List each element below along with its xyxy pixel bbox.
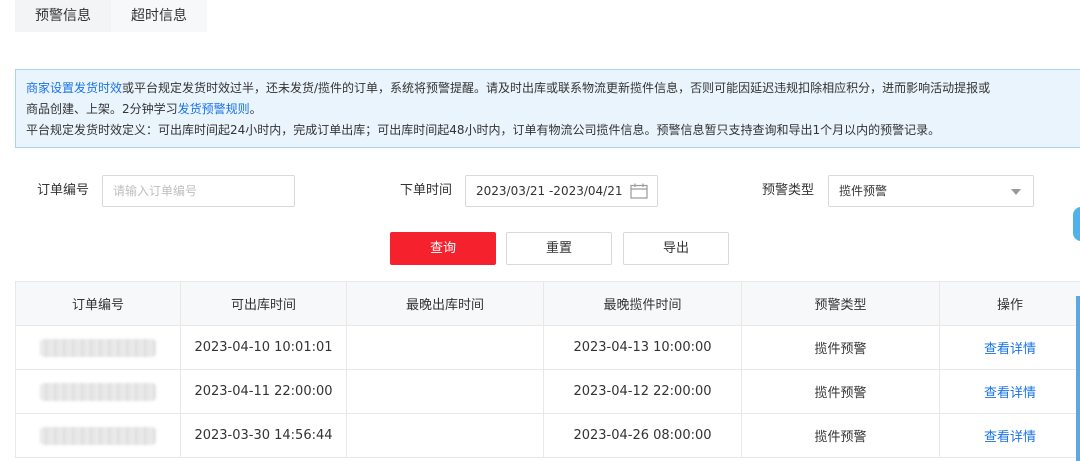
order-no-cell [15, 369, 181, 414]
latest-out-cell [346, 413, 544, 458]
warn-type-cell: 揽件预警 [741, 325, 940, 370]
order-no-cell [15, 325, 181, 370]
tab-timeout-info[interactable]: 超时信息 [111, 0, 207, 32]
warn-type-cell: 揽件预警 [741, 369, 940, 414]
header-latest-pickup-time: 最晚揽件时间 [543, 281, 742, 326]
table-row: 2023-04-11 22:00:00 2023-04-12 22:00:00 … [15, 369, 1080, 414]
header-warn-type: 预警类型 [741, 281, 940, 326]
notice-line-1: 商家设置发货时效或平台规定发货时效过半，还未发货/揽件的订单，系统将预警提醒。请… [26, 78, 1080, 99]
calendar-icon[interactable] [630, 183, 648, 199]
ship-time-cell: 2023-04-11 22:00:00 [180, 369, 347, 414]
order-no-input[interactable]: 请输入订单编号 [102, 175, 295, 207]
ship-time-cell: 2023-03-30 14:56:44 [180, 413, 347, 458]
table-header-row: 订单编号 可出库时间 最晚出库时间 最晚揽件时间 预警类型 操作 [15, 281, 1080, 326]
notice-text-2: 商品创建、上架。2分钟学习 [26, 102, 178, 116]
merchant-shipping-setting-link[interactable]: 商家设置发货时效 [26, 81, 122, 95]
order-time-range-picker[interactable]: 2023/03/21 -2023/04/21 [465, 175, 658, 207]
warning-table: 订单编号 可出库时间 最晚出库时间 最晚揽件时间 预警类型 操作 2023-04… [15, 281, 1080, 458]
notice-line-3: 平台规定发货时效定义：可出库时间起24小时内，完成订单出库；可出库时间起48小时… [26, 123, 941, 137]
header-action: 操作 [939, 281, 1080, 326]
warn-type-value: 揽件预警 [839, 184, 888, 198]
ship-time-cell: 2023-04-10 10:01:01 [180, 325, 347, 370]
scrollbar[interactable] [1076, 296, 1080, 461]
warning-notice: 商家设置发货时效或平台规定发货时效过半，还未发货/揽件的订单，系统将预警提醒。请… [15, 69, 1080, 148]
latest-pickup-cell: 2023-04-12 22:00:00 [543, 369, 742, 414]
view-details-link[interactable]: 查看详情 [984, 386, 1036, 401]
export-button[interactable]: 导出 [623, 232, 729, 265]
order-time-label: 下单时间 [400, 183, 453, 198]
order-no-label: 订单编号 [37, 183, 90, 198]
warn-type-cell: 揽件预警 [741, 413, 940, 458]
header-latest-out-time: 最晚出库时间 [346, 281, 544, 326]
action-cell: 查看详情 [939, 413, 1080, 458]
chevron-down-icon [1011, 189, 1021, 195]
reset-button[interactable]: 重置 [506, 232, 612, 265]
query-button[interactable]: 查询 [390, 232, 496, 265]
view-details-link[interactable]: 查看详情 [984, 430, 1036, 445]
table-row: 2023-03-30 14:56:44 2023-04-26 08:00:00 … [15, 413, 1080, 458]
tab-warning-info[interactable]: 预警信息 [15, 0, 111, 32]
header-ship-time: 可出库时间 [180, 281, 347, 326]
action-cell: 查看详情 [939, 325, 1080, 370]
latest-out-cell [346, 325, 544, 370]
latest-pickup-cell: 2023-04-13 10:00:00 [543, 325, 742, 370]
blurred-order-no [40, 382, 156, 401]
tab-bar: 预警信息 超时信息 [15, 0, 207, 32]
notice-text-2-end: 。 [249, 102, 262, 116]
blurred-order-no [40, 338, 156, 357]
view-details-link[interactable]: 查看详情 [984, 342, 1036, 357]
notice-text-1: 或平台规定发货时效过半，还未发货/揽件的订单，系统将预警提醒。请及时出库或联系物… [122, 81, 991, 95]
notice-line-2: 商品创建、上架。2分钟学习发货预警规则。 [26, 99, 1080, 120]
floating-helper-tab[interactable] [1073, 207, 1080, 241]
table-row: 2023-04-10 10:01:01 2023-04-13 10:00:00 … [15, 325, 1080, 370]
order-no-cell [15, 413, 181, 458]
action-cell: 查看详情 [939, 369, 1080, 414]
blurred-order-no [40, 426, 156, 445]
order-time-value: 2023/03/21 -2023/04/21 [476, 184, 623, 198]
header-order-no: 订单编号 [15, 281, 181, 326]
shipping-warning-rules-link[interactable]: 发货预警规则 [178, 102, 250, 116]
latest-pickup-cell: 2023-04-26 08:00:00 [543, 413, 742, 458]
latest-out-cell [346, 369, 544, 414]
warn-type-label: 预警类型 [762, 183, 815, 198]
warn-type-select[interactable]: 揽件预警 [828, 175, 1034, 207]
